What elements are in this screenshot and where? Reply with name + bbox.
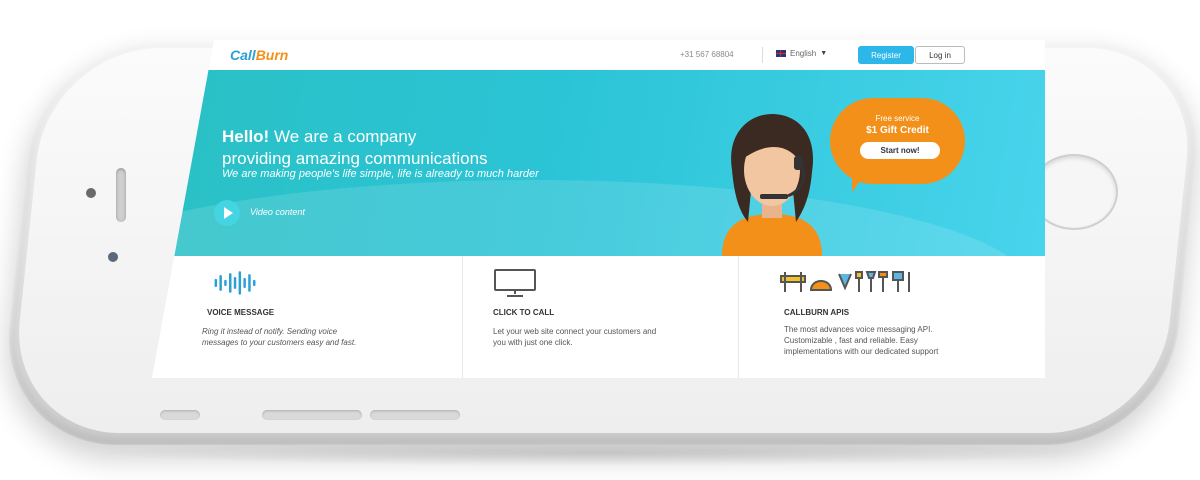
phone-screen: CallBurn +31 567 68804 English ▼ Registe…	[152, 40, 1045, 378]
promo-gift-credit: $1 Gift Credit	[866, 125, 929, 136]
feature-title: VOICE MESSAGE	[207, 308, 275, 317]
promo-free-service: Free service	[875, 114, 920, 123]
feature-description: The most advances voice messaging API. C…	[784, 324, 938, 357]
logo-text-call: Call	[230, 47, 256, 63]
top-navbar: CallBurn +31 567 68804 English ▼ Registe…	[152, 40, 1045, 71]
feature-description: Let your web site connect your customers…	[493, 326, 656, 348]
feature-description-line: Customizable , fast and reliable. Easy	[784, 336, 918, 345]
hero-title-bold: Hello!	[222, 127, 270, 146]
promo-bubble	[830, 98, 965, 184]
phone-volume-down-button	[370, 410, 460, 420]
callburn-logo[interactable]: CallBurn	[230, 47, 288, 63]
feature-title: CALLBURN APIS	[784, 308, 850, 317]
feature-voice-message: VOICE MESSAGE Ring it instead of notify.…	[152, 256, 462, 378]
hero-banner: Hello! We are a company providing amazin…	[152, 70, 1045, 256]
hero-title-rest: We are a company	[269, 127, 417, 146]
contact-phone: +31 567 68804	[680, 50, 734, 59]
feature-description-line: implementations with our dedicated suppo…	[784, 347, 939, 356]
feature-title: CLICK TO CALL	[493, 308, 555, 317]
chevron-down-icon: ▼	[820, 50, 828, 57]
tools-icon	[780, 271, 910, 292]
feature-click-to-call: CLICK TO CALL Let your web site connect …	[463, 256, 738, 378]
feature-callburn-apis: CALLBURN APIS The most advances voice me…	[739, 256, 1045, 378]
play-icon	[224, 207, 233, 219]
phone-volume-button	[160, 410, 200, 420]
monitor-icon	[494, 269, 536, 297]
features-section: VOICE MESSAGE Ring it instead of notify.…	[152, 256, 1045, 378]
feature-description-line: messages to your customers easy and fast…	[202, 338, 357, 347]
feature-description-line: The most advances voice messaging API.	[784, 325, 933, 334]
phone-sensor-icon	[86, 188, 96, 198]
sound-wave-icon	[214, 271, 256, 295]
language-selector[interactable]: English ▼	[776, 49, 827, 58]
video-content-link[interactable]: Video content	[250, 207, 305, 217]
support-agent-illustration	[722, 114, 822, 256]
feature-description-line: Ring it instead of notify. Sending voice	[202, 327, 338, 336]
phone-volume-up-button	[262, 410, 362, 420]
login-button[interactable]: Log in	[915, 46, 965, 64]
hero-title-line2: providing amazing communications	[222, 149, 488, 168]
language-label: English	[790, 49, 817, 58]
feature-description-line: Let your web site connect your customers…	[493, 327, 657, 336]
hero-subtitle: We are making people's life simple, life…	[222, 168, 539, 180]
nav-divider	[762, 47, 763, 63]
register-button[interactable]: Register	[858, 46, 914, 64]
feature-description-line: you with just one click.	[493, 338, 573, 347]
phone-camera-icon	[108, 252, 118, 262]
hero-title: Hello! We are a company providing amazin…	[222, 126, 488, 170]
phone-speaker	[116, 168, 126, 222]
play-video-button[interactable]	[214, 200, 240, 226]
start-now-button[interactable]: Start now!	[860, 142, 940, 159]
promo-bubble-tail	[852, 170, 868, 192]
hero-wave-decoration	[152, 180, 1032, 256]
uk-flag-icon	[776, 50, 786, 57]
feature-description: Ring it instead of notify. Sending voice…	[202, 326, 356, 348]
logo-text-burn: Burn	[255, 47, 289, 63]
